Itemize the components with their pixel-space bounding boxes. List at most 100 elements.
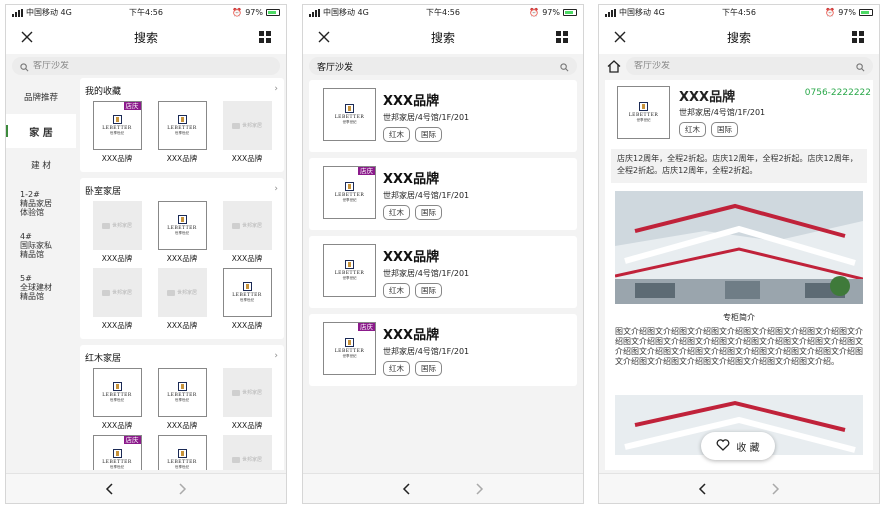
carrier: 中国移动 4G <box>619 8 665 17</box>
chevron-right-icon[interactable] <box>468 478 490 500</box>
brand-name: XXX品牌 <box>166 321 198 330</box>
brand-cell[interactable]: LEBETTER 世享世纪 <box>150 435 214 470</box>
chevron-right-icon[interactable]: › <box>274 84 278 94</box>
brand-cell[interactable]: LEBETTER 世享世纪 XXX品牌 <box>215 268 279 331</box>
chevron-right-icon[interactable] <box>171 478 193 500</box>
chevron-right-icon[interactable]: › <box>274 351 278 361</box>
brand-cell[interactable]: 世邦家居 XXX品牌 <box>85 201 149 264</box>
search-icon[interactable] <box>560 57 569 76</box>
tag: 红木 <box>679 122 706 137</box>
chevron-right-icon[interactable]: › <box>274 184 278 194</box>
category-sidebar: 品牌推荐 家 居 建 材 1-2# 精品家居 体验馆 4# 国际家私 精品馆 5… <box>6 80 76 470</box>
intro-title: 专柜简介 <box>723 313 755 322</box>
phone-number-link[interactable]: 0756-2222222 <box>805 88 871 98</box>
result-card[interactable]: LEBETTER 世享世纪 XXX品牌 世邦家居/4号馆/1F/201 红木 国际 <box>309 80 577 152</box>
brand-thumb: LEBETTER 世享世纪 <box>157 101 207 150</box>
search-icon <box>20 57 29 76</box>
brand-cell[interactable]: LEBETTER 世享世纪 XXX品牌 <box>150 101 214 164</box>
section-title: 红木家居 <box>85 354 122 364</box>
home-icon[interactable] <box>607 58 621 77</box>
chevron-right-icon[interactable] <box>764 478 786 500</box>
brand-cell[interactable]: 世邦家居 XXX品牌 <box>215 101 279 164</box>
brand-tags: 红木 国际 <box>679 122 738 137</box>
result-card[interactable]: LEBETTER 世享世纪 店庆 XXX品牌 世邦家居/4号馆/1F/201 红木 国际 <box>309 314 577 386</box>
lebetter-logo: LEBETTER 世享世纪 <box>335 182 365 203</box>
brand-name: XXX品牌 <box>231 154 263 163</box>
phone-category: 中国移动 4G 下午4:56 ⏰97% 搜索 品牌推荐 家 居 建 材 1-2#… <box>5 4 287 504</box>
close-icon[interactable] <box>611 28 629 46</box>
lebetter-logo: LEBETTER 世享世纪 <box>335 260 365 281</box>
brand-name: XXX品牌 <box>166 154 198 163</box>
brand-header: LEBETTER 世享世纪 XXX品牌 世邦家居/4号馆/1F/201 红木 国际… <box>605 80 873 145</box>
search-input[interactable] <box>317 61 556 71</box>
sidebar-item-brand[interactable]: 品牌推荐 <box>6 80 76 114</box>
brand-cell[interactable]: LEBETTER 世享世纪 店庆 <box>85 435 149 470</box>
brand-cell[interactable]: 世邦家居 <box>215 435 279 470</box>
lebetter-logo: LEBETTER 世享世纪 <box>102 449 132 470</box>
placeholder-logo: 世邦家居 <box>231 456 262 463</box>
grid-icon[interactable] <box>553 28 571 46</box>
sidebar-item-label: 品牌推荐 <box>23 93 58 103</box>
search-bar[interactable] <box>12 57 280 75</box>
tag: 国际 <box>415 127 442 142</box>
brand-name: XXX品牌 <box>231 254 263 263</box>
sidebar-item-home[interactable]: 家 居 <box>6 114 76 148</box>
search-icon[interactable] <box>856 57 865 76</box>
grid-icon[interactable] <box>849 28 867 46</box>
brand-cell[interactable]: 世邦家居 XXX品牌 <box>85 268 149 331</box>
brand-cell[interactable]: LEBETTER 世享世纪 店庆 XXX品牌 <box>85 101 149 164</box>
brand-thumb: LEBETTER 世享世纪 <box>157 368 207 417</box>
lebetter-logo: LEBETTER 世享世纪 <box>167 215 197 236</box>
brand-cell[interactable]: LEBETTER 世享世纪 XXX品牌 <box>150 368 214 431</box>
promo-text: 店庆12周年，全程2折起。店庆12周年，全程2折起。店庆12周年，全程2折起。店… <box>611 149 867 183</box>
lebetter-logo: LEBETTER 世享世纪 <box>167 115 197 136</box>
nav-bar: 搜索 <box>303 20 583 54</box>
brand-name: XXX品牌 <box>231 321 263 330</box>
result-card[interactable]: LEBETTER 世享世纪 店庆 XXX品牌 世邦家居/4号馆/1F/201 红木 国际 <box>309 158 577 230</box>
tag: 红木 <box>383 283 410 298</box>
screenshot-stage: 中国移动 4G 下午4:56 ⏰97% 搜索 品牌推荐 家 居 建 材 1-2#… <box>0 0 883 507</box>
chevron-left-icon[interactable] <box>396 478 418 500</box>
sidebar-item-building[interactable]: 建 材 <box>6 148 76 182</box>
status-bar: 中国移动 4G 下午4:56 ⏰ 97% <box>303 5 583 20</box>
signal-icon <box>605 8 616 17</box>
lebetter-logo: LEBETTER 世享世纪 <box>335 104 365 125</box>
search-bar[interactable] <box>309 57 577 75</box>
search-input[interactable] <box>33 61 272 71</box>
page-title: 搜索 <box>726 30 751 45</box>
chevron-left-icon[interactable] <box>692 478 714 500</box>
brand-cell[interactable]: LEBETTER 世享世纪 XXX品牌 <box>150 201 214 264</box>
brand-tags: 红木 国际 <box>383 283 442 298</box>
chevron-left-icon[interactable] <box>99 478 121 500</box>
brand-name: XXX品牌 <box>166 421 198 430</box>
section-title: 卧室家居 <box>85 187 122 197</box>
battery-icon <box>562 9 577 16</box>
brand-name: XXX品牌 <box>383 250 440 265</box>
brand-logo: LEBETTER 世享世纪 <box>323 88 376 141</box>
brand-thumb: 世邦家居 <box>222 201 272 250</box>
brand-cell[interactable]: LEBETTER 世享世纪 XXX品牌 <box>85 368 149 431</box>
brand-address: 世邦家居/4号馆/1F/201 <box>383 191 470 200</box>
result-card[interactable]: LEBETTER 世享世纪 XXX品牌 世邦家居/4号馆/1F/201 红木 国际 <box>309 236 577 308</box>
brand-cell[interactable]: 世邦家居 XXX品牌 <box>215 201 279 264</box>
search-input[interactable] <box>634 61 852 71</box>
search-bar[interactable] <box>626 57 873 75</box>
sidebar-item-hall-5[interactable]: 5# 全球建材 精品馆 <box>6 266 76 308</box>
lebetter-logo: LEBETTER 世享世纪 <box>167 382 197 403</box>
brand-tags: 红木 国际 <box>383 361 442 376</box>
tag: 国际 <box>711 122 738 137</box>
battery-icon <box>858 9 873 16</box>
close-icon[interactable] <box>315 28 333 46</box>
brand-cell[interactable]: 世邦家居 XXX品牌 <box>215 368 279 431</box>
favorite-button[interactable]: 收 藏 <box>701 432 775 460</box>
brand-name: XXX品牌 <box>101 421 133 430</box>
brand-thumb: 世邦家居 <box>92 201 142 250</box>
grid-icon[interactable] <box>256 28 274 46</box>
alarm-icon: ⏰ <box>825 8 836 17</box>
brand-cell[interactable]: 世邦家居 XXX品牌 <box>150 268 214 331</box>
brand-logo: LEBETTER 世享世纪 店庆 <box>323 322 376 375</box>
sidebar-item-hall-1-2[interactable]: 1-2# 精品家居 体验馆 <box>6 182 76 224</box>
section-title: 我的收藏 <box>85 87 122 97</box>
close-icon[interactable] <box>18 28 36 46</box>
sidebar-item-hall-4[interactable]: 4# 国际家私 精品馆 <box>6 224 76 266</box>
